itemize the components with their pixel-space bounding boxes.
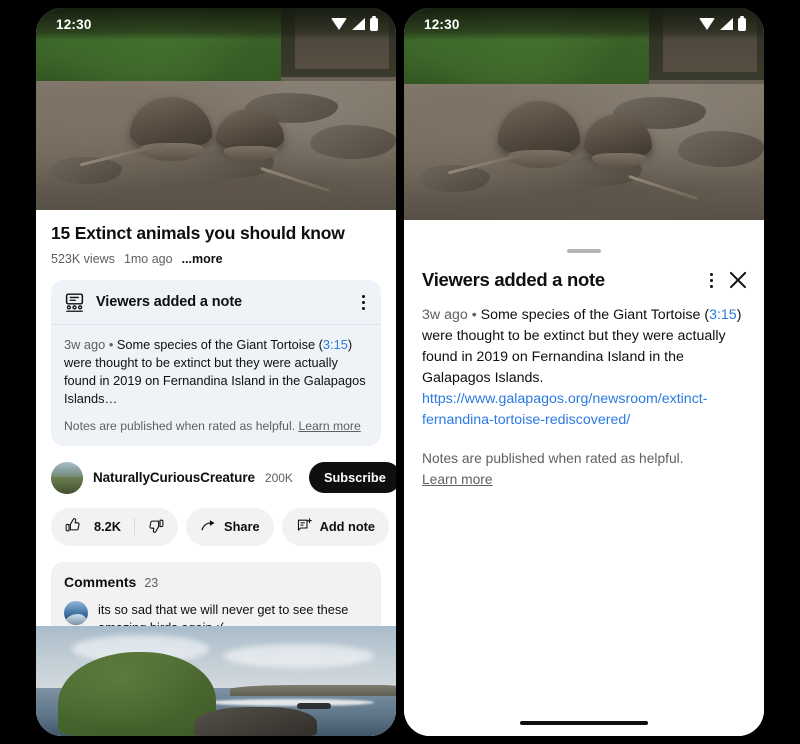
cellular-signal-icon [720, 18, 733, 30]
bottom-sheet-header: Viewers added a note [404, 253, 764, 291]
view-count: 523K views [51, 251, 115, 266]
wifi-icon [699, 18, 715, 30]
wifi-icon [331, 18, 347, 30]
viewers-note-card-body: 3w ago • Some species of the Giant Torto… [51, 325, 381, 446]
comments-title: Comments [64, 573, 137, 590]
note-learn-more-link[interactable]: Learn more [298, 419, 360, 433]
note-timestamp-link[interactable]: 3:15 [323, 337, 348, 352]
comments-header: Comments 23 [64, 574, 368, 590]
share-label: Share [224, 519, 260, 535]
comments-count: 23 [144, 575, 159, 590]
bottom-sheet-body: 3w ago • Some species of the Giant Torto… [404, 291, 764, 490]
next-video-thumbnail[interactable] [36, 626, 396, 736]
commenter-avatar [64, 600, 88, 625]
note-separator: • [108, 336, 114, 352]
channel-row[interactable]: NaturallyCuriousCreature 200K Subscribe [51, 461, 396, 494]
note-learn-more-link[interactable]: Learn more [422, 472, 493, 487]
coast-boat [297, 703, 332, 709]
add-note-label: Add note [319, 519, 376, 535]
kebab-menu-icon[interactable] [362, 294, 365, 310]
like-dislike-chip[interactable]: 8.2K [51, 507, 179, 546]
coast-cloud [223, 643, 375, 668]
status-bar-left: 12:30 [36, 8, 396, 40]
note-body-before-link: Some species of the Giant Tortoise ( [116, 336, 323, 352]
note-body-before-link: Some species of the Giant Tortoise ( [480, 307, 710, 323]
viewers-note-text: 3w ago • Some species of the Giant Torto… [64, 336, 368, 409]
like-count: 8.2K [94, 519, 122, 535]
viewers-note-card-title: Viewers added a note [96, 294, 243, 311]
bottom-sheet-title: Viewers added a note [422, 269, 605, 290]
video-watch-page: 15 Extinct animals you should know 523K … [36, 8, 396, 736]
channel-avatar[interactable] [51, 461, 83, 494]
more-description-link[interactable]: ...more [182, 252, 223, 266]
status-bar-right: 12:30 [404, 8, 764, 40]
battery-icon [370, 15, 378, 31]
right-phone-frame: Viewers added a note 3w ago • Some speci… [404, 8, 764, 736]
close-icon[interactable] [728, 270, 748, 290]
note-footer-text: Notes are published when rated as helpfu… [64, 418, 296, 433]
publish-date: 1mo ago [123, 251, 173, 266]
channel-name[interactable]: NaturallyCuriousCreature [93, 470, 255, 485]
note-footer-text: Notes are published when rated as helpfu… [422, 451, 684, 467]
note-source-url-link[interactable]: https://www.galapagos.org/newsroom/extin… [422, 391, 707, 428]
share-arrow-icon [200, 517, 217, 537]
note-separator: • [471, 307, 477, 323]
viewers-note-footer: Notes are published when rated as helpfu… [64, 418, 368, 434]
battery-icon [738, 15, 746, 31]
video-details: 15 Extinct animals you should know 523K … [36, 210, 396, 651]
note-timestamp: 3w ago [64, 336, 106, 352]
viewers-note-bottom-sheet: Viewers added a note 3w ago • Some speci… [404, 240, 764, 736]
add-note-icon [296, 517, 313, 537]
subscribe-button[interactable]: Subscribe [308, 462, 396, 494]
share-chip[interactable]: Share [186, 507, 274, 546]
note-detail-page: Viewers added a note 3w ago • Some speci… [404, 8, 764, 736]
chip-divider [134, 518, 136, 536]
thumbs-down-icon[interactable] [148, 517, 165, 537]
coast-distant-land [230, 685, 396, 697]
video-meta-row[interactable]: 523K views 1mo ago ...more [51, 252, 381, 266]
status-bar-time: 12:30 [424, 16, 460, 32]
status-bar-time: 12:30 [56, 16, 92, 32]
coast-surf [208, 698, 375, 706]
kebab-menu-icon[interactable] [710, 272, 713, 288]
note-full-text: 3w ago • Some species of the Giant Torto… [422, 305, 746, 431]
action-chip-row[interactable]: 8.2K Share Add note [51, 507, 390, 546]
coast-rocks [194, 707, 317, 736]
gesture-home-indicator[interactable] [520, 721, 648, 725]
add-note-chip[interactable]: Add note [281, 507, 390, 546]
thumbs-up-icon[interactable] [64, 517, 81, 537]
video-title: 15 Extinct animals you should know [51, 223, 345, 243]
cellular-signal-icon [352, 18, 365, 30]
coastal-landscape-thumbnail [36, 626, 396, 736]
note-timestamp-link[interactable]: 3:15 [709, 307, 737, 323]
note-timestamp: 3w ago [422, 307, 468, 323]
viewers-note-icon [64, 292, 85, 313]
bottom-sheet-footer: Notes are published when rated as helpfu… [422, 449, 746, 490]
status-bar-icons [331, 15, 378, 31]
channel-subscriber-count: 200K [264, 470, 293, 485]
dual-phone-mockup: 15 Extinct animals you should know 523K … [0, 0, 800, 744]
viewers-note-card-header: Viewers added a note [51, 280, 381, 325]
viewers-note-card[interactable]: Viewers added a note 3w ago • Some speci… [51, 279, 381, 446]
status-bar-icons [699, 15, 746, 31]
left-phone-frame: 15 Extinct animals you should know 523K … [36, 8, 396, 736]
